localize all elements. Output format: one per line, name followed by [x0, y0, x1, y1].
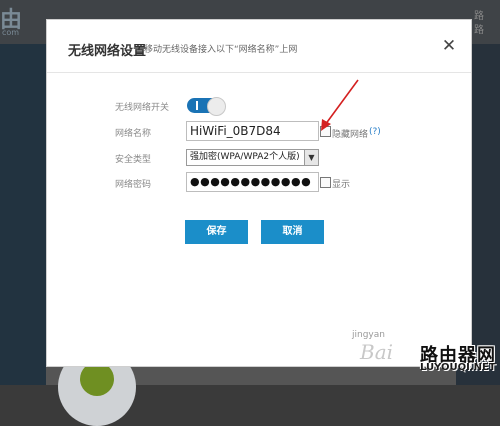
dialog-subtitle: 移动无线设备接入以下“网络名称”上网 [144, 45, 298, 55]
background-status-dot [80, 362, 114, 396]
dialog-header: 无线网络设置 移动无线设备接入以下“网络名称”上网 ✕ [47, 20, 471, 73]
toggle-knob [207, 97, 226, 116]
password-input[interactable]: ●●●●●●●●●●●● [186, 172, 319, 192]
watermark-baidu: Bai [360, 340, 394, 364]
chevron-down-icon[interactable]: ▼ [304, 150, 318, 165]
close-icon[interactable]: ✕ [440, 37, 458, 55]
security-type-label: 安全类型 [115, 155, 152, 165]
wifi-switch-toggle[interactable] [187, 97, 226, 116]
ssid-label: 网络名称 [115, 129, 152, 139]
background-right-text: 路 路 [474, 11, 484, 36]
dialog-title: 无线网络设置 [68, 44, 147, 59]
hide-network-checkbox[interactable] [320, 126, 331, 137]
show-password-checkbox[interactable] [320, 177, 331, 188]
security-type-value: 强加密(WPA/WPA2个人版) [190, 152, 300, 162]
watermark-site-en: LUYOUQI.NET [420, 362, 496, 373]
show-password-label: 显示 [332, 180, 351, 190]
help-link[interactable]: (?) [369, 127, 381, 137]
hide-network-label: 隐藏网络 [332, 130, 369, 140]
ssid-input[interactable]: HiWiFi_0B7D84 [186, 121, 319, 141]
save-button[interactable]: 保存 [185, 220, 248, 244]
toggle-on-mark [196, 101, 198, 110]
background-logo-sub: com [2, 28, 20, 37]
wifi-settings-dialog: 无线网络设置 移动无线设备接入以下“网络名称”上网 ✕ 无线网络开关 网络名称 … [46, 19, 472, 367]
wifi-switch-label: 无线网络开关 [115, 103, 170, 113]
watermark-jingyan: jingyan [352, 330, 385, 340]
background-left-panel [0, 44, 46, 385]
security-type-select[interactable]: 强加密(WPA/WPA2个人版) ▼ [186, 149, 319, 166]
password-label: 网络密码 [115, 180, 152, 190]
cancel-button[interactable]: 取消 [261, 220, 324, 244]
